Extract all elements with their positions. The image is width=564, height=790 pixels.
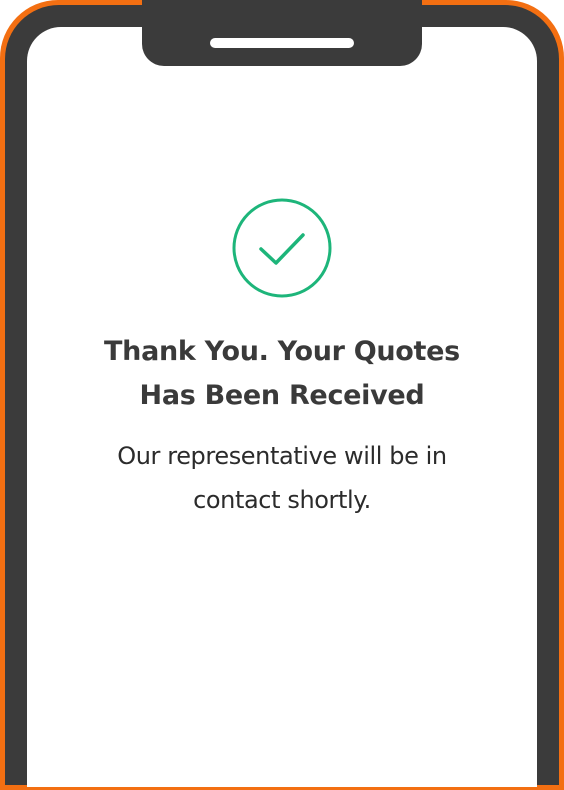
message-line-2: contact shortly. (193, 486, 371, 514)
title-line-2: Has Been Received (139, 380, 425, 411)
speaker-grille (210, 38, 354, 48)
message-line-1: Our representative will be in (117, 442, 447, 470)
title-line-1: Thank You. Your Quotes (104, 336, 460, 367)
confirmation-message: Our representative will be in contact sh… (72, 434, 492, 522)
check-circle-icon (232, 198, 332, 298)
phone-notch (142, 0, 422, 66)
confirmation-title: Thank You. Your Quotes Has Been Received (62, 330, 502, 418)
